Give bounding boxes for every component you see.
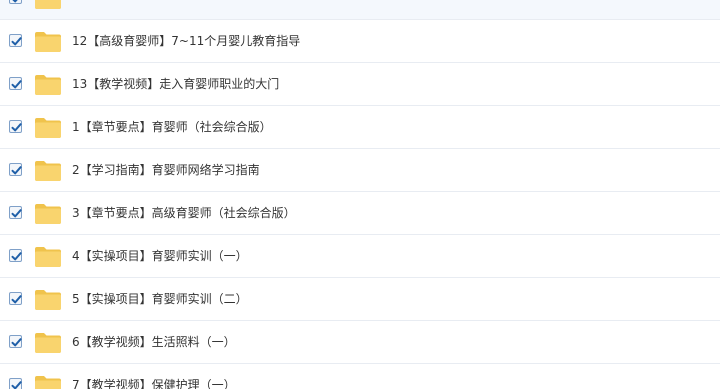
folder-icon [34,203,62,225]
file-name[interactable]: 1【章节要点】育婴师（社会综合版） [72,106,272,149]
check-icon [11,166,22,175]
check-icon [11,80,22,89]
check-icon [11,338,22,347]
file-name[interactable]: 6【教学视频】生活照料（一） [72,321,236,364]
file-list: 12【高级育婴师】7~11个月婴儿教育指导 13【教学视频】走入育婴师职业的大门 1… [0,0,720,389]
folder-icon [34,74,62,96]
file-name[interactable]: 2【学习指南】育婴师网络学习指南 [72,149,260,192]
file-name[interactable]: 4【实操项目】育婴师实训（一） [72,235,248,278]
file-row[interactable]: 6【教学视频】生活照料（一） [0,321,720,364]
folder-icon [34,375,62,389]
row-checkbox[interactable] [9,206,22,219]
row-checkbox[interactable] [9,0,22,4]
file-row[interactable]: 13【教学视频】走入育婴师职业的大门 [0,63,720,106]
check-icon [11,209,22,218]
folder-icon [34,31,62,53]
file-row[interactable]: 7【教学视频】保健护理（一） [0,364,720,389]
file-row[interactable]: 1【章节要点】育婴师（社会综合版） [0,106,720,149]
file-name[interactable]: 5【实操项目】育婴师实训（二） [72,278,248,321]
check-icon [11,295,22,304]
file-row[interactable] [0,0,720,20]
file-name[interactable]: 7【教学视频】保健护理（一） [72,364,236,389]
folder-icon [34,332,62,354]
folder-icon [34,0,62,10]
file-row[interactable]: 2【学习指南】育婴师网络学习指南 [0,149,720,192]
row-checkbox[interactable] [9,163,22,176]
file-name[interactable]: 13【教学视频】走入育婴师职业的大门 [72,63,279,106]
row-checkbox[interactable] [9,335,22,348]
folder-icon [34,160,62,182]
file-row[interactable]: 5【实操项目】育婴师实训（二） [0,278,720,321]
row-checkbox[interactable] [9,378,22,389]
check-icon [12,0,18,3]
check-icon [11,123,22,132]
row-checkbox[interactable] [9,34,22,47]
file-row[interactable]: 4【实操项目】育婴师实训（一） [0,235,720,278]
file-name[interactable]: 12【高级育婴师】7~11个月婴儿教育指导 [72,20,300,63]
file-name[interactable]: 3【章节要点】高级育婴师（社会综合版） [72,192,296,235]
folder-icon [34,289,62,311]
row-checkbox[interactable] [9,120,22,133]
row-checkbox[interactable] [9,249,22,262]
check-icon [11,381,22,389]
file-row[interactable]: 3【章节要点】高级育婴师（社会综合版） [0,192,720,235]
file-list-inner: 12【高级育婴师】7~11个月婴儿教育指导 13【教学视频】走入育婴师职业的大门 1… [0,0,720,389]
file-row[interactable]: 12【高级育婴师】7~11个月婴儿教育指导 [0,20,720,63]
row-checkbox[interactable] [9,292,22,305]
folder-icon [34,117,62,139]
check-icon [11,37,22,46]
row-checkbox[interactable] [9,77,22,90]
folder-icon [34,246,62,268]
check-icon [11,252,22,261]
